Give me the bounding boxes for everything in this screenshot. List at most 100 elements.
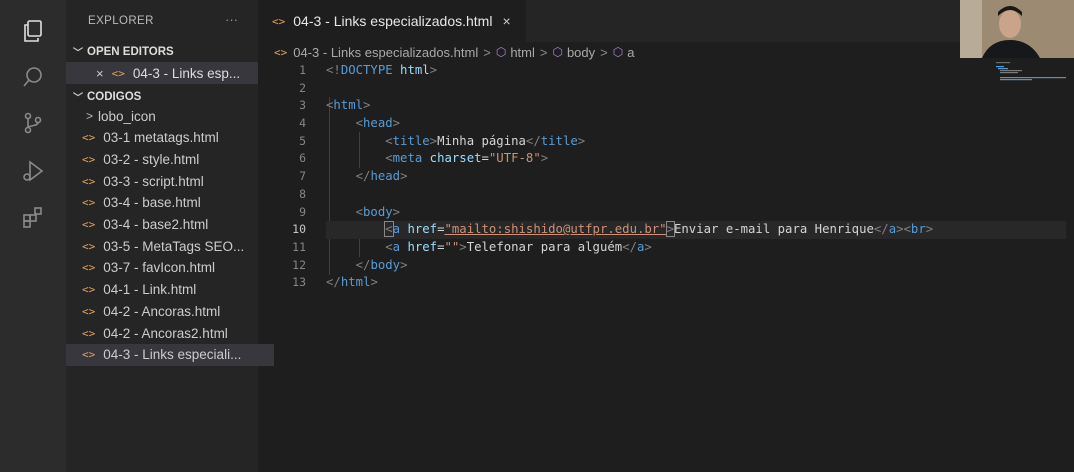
- chevron-right-icon: >: [86, 109, 94, 123]
- code-token: </: [355, 169, 371, 184]
- code-token: >: [400, 257, 408, 272]
- code-line[interactable]: <html>: [326, 97, 1066, 115]
- close-icon[interactable]: ×: [96, 66, 104, 81]
- breadcrumb-file[interactable]: 04-3 - Links especializados.html: [293, 45, 478, 60]
- file-label: 04-2 - Ancoras.html: [103, 303, 221, 319]
- code-token: a: [392, 222, 401, 237]
- code-token: <: [384, 221, 394, 238]
- file-label: 03-1 metatags.html: [103, 130, 219, 146]
- html-file-icon: <>: [82, 348, 96, 362]
- file-item[interactable]: <> 04-2 - Ancoras2.html: [66, 322, 274, 344]
- source-control-icon[interactable]: [20, 110, 46, 136]
- file-item[interactable]: <> 03-2 - style.html: [66, 148, 274, 170]
- code-token: <: [355, 116, 364, 131]
- folder-header[interactable]: ﹀ CODIGOS: [72, 89, 142, 105]
- breadcrumb-item[interactable]: html: [510, 45, 535, 60]
- folder-item[interactable]: > lobo_icon: [66, 105, 278, 127]
- html-file-icon: <>: [82, 326, 96, 340]
- open-editors-header[interactable]: ﹀ OPEN EDITORS: [72, 44, 174, 60]
- extensions-icon[interactable]: [20, 204, 46, 230]
- code-line[interactable]: <head>: [326, 115, 1066, 133]
- file-item[interactable]: <> 03-7 - favIcon.html: [66, 257, 274, 279]
- code-token: >: [459, 239, 467, 254]
- code-token: >: [429, 133, 438, 148]
- file-label: 03-4 - base2.html: [103, 217, 209, 232]
- file-item[interactable]: <> 03-4 - base.html: [66, 192, 274, 214]
- breadcrumb-separator: >: [539, 44, 548, 60]
- html-file-icon: <>: [272, 14, 286, 28]
- breadcrumb-item[interactable]: body: [567, 45, 595, 60]
- code-line[interactable]: <!DOCTYPE html>: [326, 62, 1066, 80]
- open-editor-item[interactable]: × <> 04-3 - Links esp...: [66, 62, 258, 84]
- code-token: >: [392, 116, 401, 131]
- code-token: head: [363, 116, 393, 131]
- code-token: DOCTYPE: [340, 63, 393, 77]
- code-token: >: [400, 169, 408, 184]
- code-token: >: [429, 63, 438, 77]
- code-editor[interactable]: <!DOCTYPE html> <html> <head> <title>Min…: [326, 62, 1066, 292]
- code-line[interactable]: <meta charset="UTF-8">: [326, 150, 1066, 168]
- breadcrumb-item[interactable]: a: [627, 45, 634, 60]
- symbol-icon: ⬡: [552, 45, 563, 59]
- file-label: 04-1 - Link.html: [103, 282, 197, 298]
- file-label: lobo_icon: [98, 108, 156, 124]
- file-item[interactable]: <> 03-5 - MetaTags SEO...: [66, 235, 274, 257]
- run-debug-icon[interactable]: [20, 158, 46, 184]
- code-line[interactable]: <a href="mailto:shishido@utfpr.edu.br">E…: [326, 221, 1066, 239]
- code-line[interactable]: [326, 186, 1066, 204]
- explorer-icon[interactable]: [20, 18, 46, 44]
- html-file-icon: <>: [82, 261, 96, 275]
- line-number: 4: [299, 116, 306, 131]
- code-line[interactable]: <a href="">Telefonar para alguém</a>: [326, 239, 1066, 257]
- code-token: br: [910, 222, 926, 237]
- html-file-icon: <>: [82, 131, 96, 145]
- code-line[interactable]: </head>: [326, 168, 1066, 186]
- search-icon[interactable]: [20, 64, 46, 90]
- explorer-title: EXPLORER: [88, 15, 154, 27]
- line-number: 5: [299, 133, 306, 148]
- code-token: href: [407, 239, 438, 254]
- code-token: </: [873, 222, 889, 237]
- html-file-icon: <>: [82, 152, 96, 166]
- editor-tabs: <> 04-3 - Links especializados.html ×: [258, 0, 1074, 42]
- code-token: "UTF-8": [488, 151, 541, 166]
- chevron-down-icon: ﹀: [73, 93, 83, 104]
- breadcrumb: <> 04-3 - Links especializados.html > ⬡ …: [274, 42, 634, 62]
- code-line[interactable]: </body>: [326, 257, 1066, 275]
- file-label: 03-7 - favIcon.html: [103, 260, 216, 276]
- code-line[interactable]: <title>Minha página</title>: [326, 133, 1066, 151]
- code-token: >: [665, 221, 676, 238]
- code-line[interactable]: [326, 80, 1066, 98]
- code-token: charset: [429, 151, 482, 166]
- file-item[interactable]: <> 04-2 - Ancoras.html: [66, 300, 274, 322]
- file-label: 04-3 - Links especiali...: [103, 347, 242, 363]
- line-number: 11: [292, 239, 306, 254]
- html-file-icon: <>: [82, 239, 96, 253]
- code-line[interactable]: <body>: [326, 204, 1066, 222]
- file-item[interactable]: <> 04-1 - Link.html: [66, 279, 274, 301]
- tab-active-file[interactable]: <> 04-3 - Links especializados.html ×: [258, 0, 526, 42]
- file-item[interactable]: <> 04-3 - Links especiali...: [66, 343, 274, 366]
- code-token: >: [363, 98, 371, 113]
- line-number: 7: [299, 169, 306, 184]
- activity-bar: [0, 0, 66, 472]
- folder-label: CODIGOS: [87, 90, 142, 103]
- file-item[interactable]: <> 03-1 metatags.html: [66, 127, 274, 149]
- more-actions-icon[interactable]: ···: [225, 12, 238, 27]
- code-token: title: [540, 133, 578, 148]
- code-line[interactable]: </html>: [326, 274, 1066, 292]
- file-item[interactable]: <> 03-3 - script.html: [66, 170, 274, 192]
- code-token: >: [540, 151, 549, 166]
- file-item[interactable]: <> 03-4 - base2.html: [66, 214, 274, 236]
- minimap[interactable]: [996, 60, 1066, 90]
- webcam-overlay: [960, 0, 1074, 58]
- tab-close-icon[interactable]: ×: [502, 13, 510, 29]
- line-number: 8: [299, 186, 306, 201]
